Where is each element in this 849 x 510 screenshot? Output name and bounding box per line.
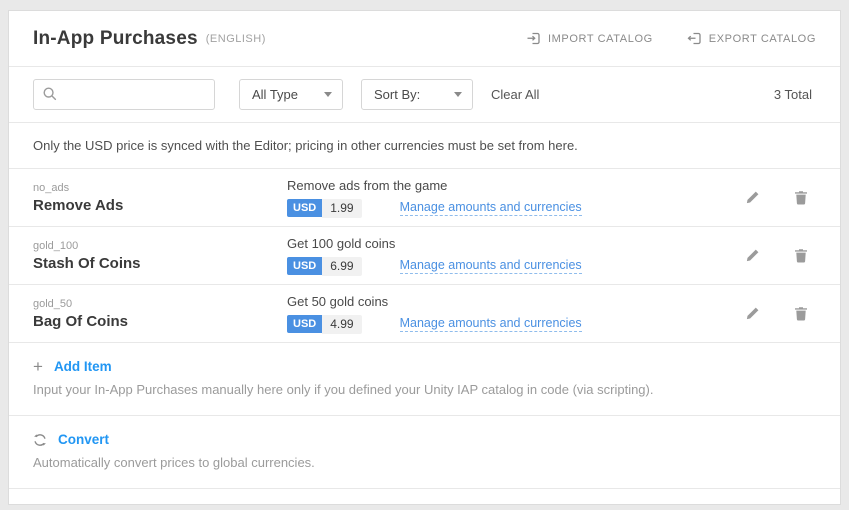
sort-by-dropdown[interactable]: Sort By: (361, 79, 473, 110)
export-catalog-button[interactable]: EXPORT CATALOG (687, 32, 816, 45)
pencil-icon (745, 193, 760, 208)
delete-item-button[interactable] (792, 304, 810, 323)
trash-icon (794, 193, 808, 208)
header-actions: IMPORT CATALOG EXPORT CATALOG (526, 32, 816, 45)
item-description: Get 50 gold coins (287, 294, 743, 309)
item-description: Get 100 gold coins (287, 236, 743, 251)
import-catalog-button[interactable]: IMPORT CATALOG (526, 32, 653, 45)
price-value: 1.99 (322, 199, 361, 218)
import-catalog-icon (526, 32, 541, 45)
add-item-button[interactable]: + Add Item (33, 359, 816, 374)
header: In-App Purchases (ENGLISH) IMPORT CATALO… (9, 11, 840, 67)
delete-item-button[interactable] (792, 246, 810, 265)
trash-icon (794, 309, 808, 324)
clear-all-button[interactable]: Clear All (491, 87, 539, 102)
usd-sync-notice: Only the USD price is synced with the Ed… (9, 123, 840, 169)
item-details: Get 50 gold coins USD 4.99 Manage amount… (287, 294, 743, 334)
row-actions (743, 246, 816, 265)
chevron-down-icon (324, 92, 332, 97)
currency-badge: USD (287, 257, 322, 275)
convert-section: Convert Automatically convert prices to … (9, 416, 840, 489)
delete-item-button[interactable] (792, 188, 810, 207)
item-name: Stash Of Coins (33, 255, 287, 272)
add-item-description: Input your In-App Purchases manually her… (33, 382, 816, 397)
table-row: no_ads Remove Ads Remove ads from the ga… (9, 169, 840, 227)
item-identity: gold_50 Bag Of Coins (33, 298, 287, 330)
export-catalog-icon (687, 32, 702, 45)
import-catalog-label: IMPORT CATALOG (548, 33, 653, 45)
sync-icon (33, 433, 47, 447)
item-id: gold_50 (33, 298, 287, 310)
convert-label: Convert (58, 432, 109, 447)
item-id: no_ads (33, 182, 287, 194)
item-description: Remove ads from the game (287, 178, 743, 193)
search-input[interactable] (33, 79, 215, 110)
type-filter-dropdown[interactable]: All Type (239, 79, 343, 110)
type-filter-value: All Type (252, 87, 298, 102)
search-box (33, 79, 215, 110)
notice-text: Only the USD price is synced with the Ed… (33, 138, 578, 153)
row-actions (743, 304, 816, 323)
item-name: Remove Ads (33, 197, 287, 214)
export-catalog-label: EXPORT CATALOG (709, 33, 816, 45)
edit-item-button[interactable] (743, 188, 762, 207)
currency-badge: USD (287, 199, 322, 217)
iap-panel: In-App Purchases (ENGLISH) IMPORT CATALO… (8, 10, 841, 505)
total-count: 3 Total (774, 87, 816, 102)
edit-item-button[interactable] (743, 304, 762, 323)
search-icon (42, 86, 58, 107)
item-details: Remove ads from the game USD 1.99 Manage… (287, 178, 743, 218)
price-value: 6.99 (322, 257, 361, 276)
add-item-section: + Add Item Input your In-App Purchases m… (9, 343, 840, 416)
item-id: gold_100 (33, 240, 287, 252)
filter-bar: All Type Sort By: Clear All 3 Total (9, 67, 840, 123)
pencil-icon (745, 309, 760, 324)
manage-currencies-link[interactable]: Manage amounts and currencies (400, 316, 582, 332)
edit-item-button[interactable] (743, 246, 762, 265)
row-actions (743, 188, 816, 207)
sort-by-value: Sort By: (374, 87, 420, 102)
convert-button[interactable]: Convert (33, 432, 816, 447)
plus-icon: + (33, 360, 43, 374)
table-row: gold_50 Bag Of Coins Get 50 gold coins U… (9, 285, 840, 343)
manage-currencies-link[interactable]: Manage amounts and currencies (400, 200, 582, 216)
price-value: 4.99 (322, 315, 361, 334)
bottom-spacer (9, 489, 840, 504)
table-row: gold_100 Stash Of Coins Get 100 gold coi… (9, 227, 840, 285)
currency-badge: USD (287, 315, 322, 333)
pencil-icon (745, 251, 760, 266)
page-title: In-App Purchases (33, 28, 198, 50)
convert-description: Automatically convert prices to global c… (33, 455, 816, 470)
locale-tag: (ENGLISH) (206, 33, 266, 45)
item-details: Get 100 gold coins USD 6.99 Manage amoun… (287, 236, 743, 276)
item-identity: gold_100 Stash Of Coins (33, 240, 287, 272)
price-line: USD 1.99 Manage amounts and currencies (287, 199, 743, 218)
add-item-label: Add Item (54, 359, 112, 374)
trash-icon (794, 251, 808, 266)
item-identity: no_ads Remove Ads (33, 182, 287, 214)
price-line: USD 6.99 Manage amounts and currencies (287, 257, 743, 276)
manage-currencies-link[interactable]: Manage amounts and currencies (400, 258, 582, 274)
price-line: USD 4.99 Manage amounts and currencies (287, 315, 743, 334)
chevron-down-icon (454, 92, 462, 97)
item-name: Bag Of Coins (33, 313, 287, 330)
